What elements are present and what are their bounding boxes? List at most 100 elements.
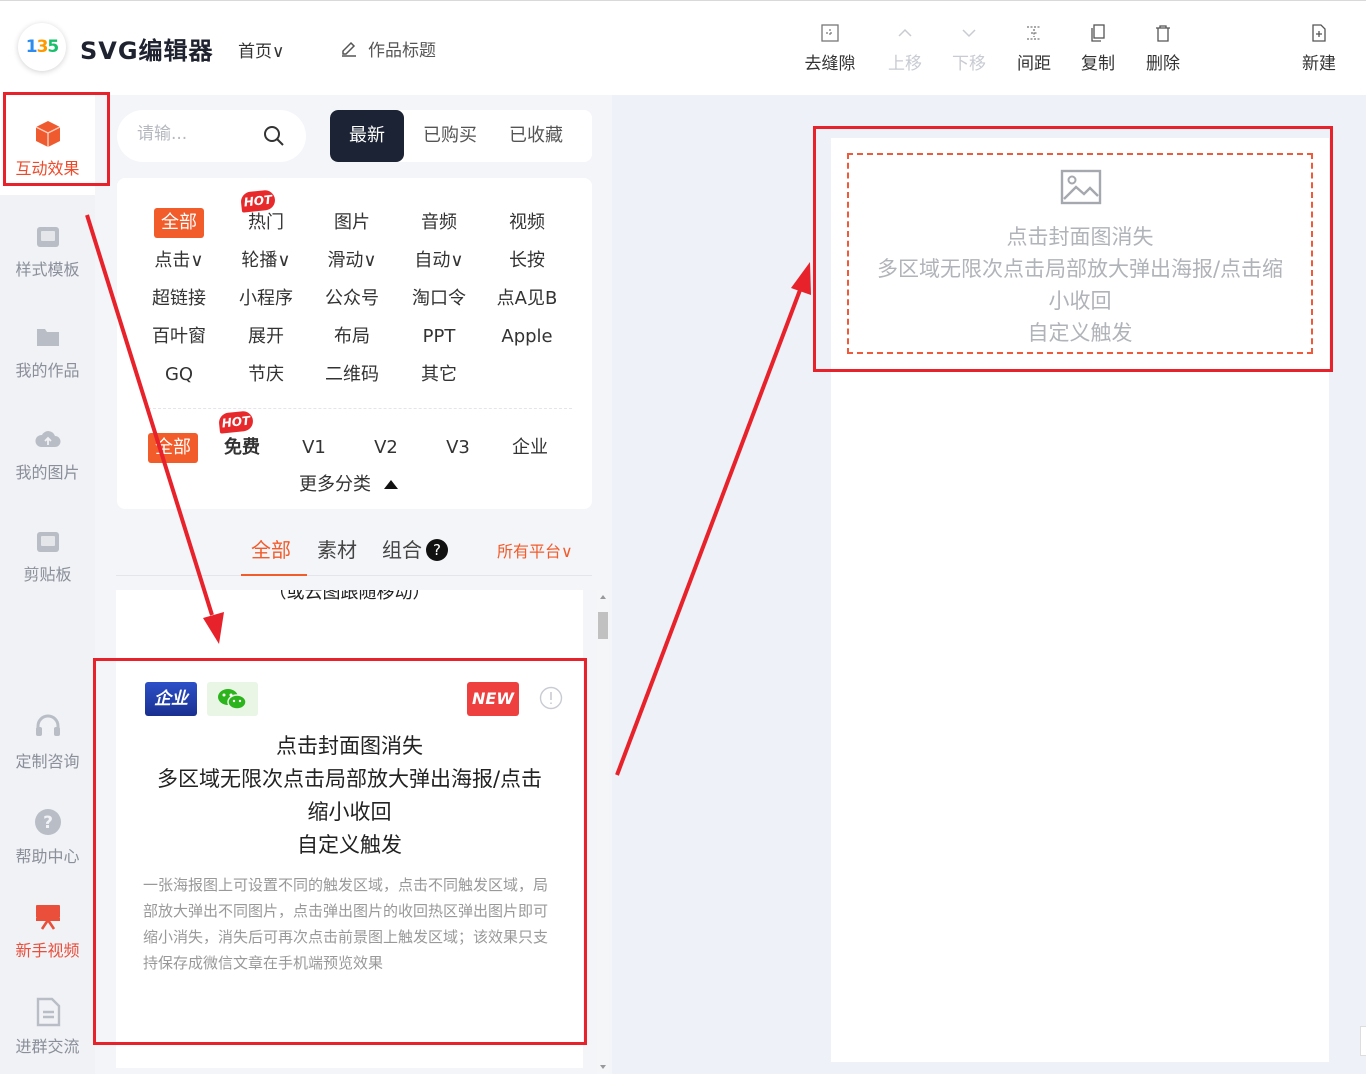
search-input[interactable] (137, 124, 257, 144)
copy-icon (1091, 24, 1105, 42)
subtab-combos-label: 组合 (382, 538, 422, 562)
sidebar-item-custom-consult[interactable]: 定制咨询 (0, 712, 95, 772)
toolbar-move-up-button[interactable]: 上移 (873, 23, 937, 74)
sidebar-item-label: 新手视频 (15, 941, 80, 960)
category-click-a-see-b[interactable]: 点A见B (489, 284, 565, 314)
side-handle[interactable] (1360, 1026, 1366, 1056)
pencil-icon (342, 41, 356, 57)
search-icon[interactable] (263, 125, 285, 147)
category-mini-program[interactable]: 小程序 (228, 284, 304, 314)
top-bar: 135 SVG编辑器 首页∨ 作品标题 去缝隙 上移 下移 间距 复制 删除 新… (0, 0, 1366, 95)
help-circle-icon[interactable]: ? (426, 539, 448, 561)
sidebar-item-label: 样式模板 (15, 260, 80, 279)
active-tab-underline (241, 574, 307, 576)
toolbar-copy-button[interactable]: 复制 (1066, 23, 1130, 74)
logo-char: 5 (47, 37, 59, 57)
tab-favorited[interactable]: 已收藏 (477, 110, 563, 162)
category-qrcode[interactable]: 二维码 (314, 360, 390, 390)
search-box (117, 110, 306, 162)
category-other[interactable]: 其它 (401, 360, 477, 390)
gap-remove-icon (821, 24, 839, 42)
sidebar-item-label: 我的图片 (15, 463, 80, 482)
tier-v2[interactable]: V2 (348, 433, 424, 463)
headset-icon (35, 714, 60, 736)
category-gq[interactable]: GQ (141, 360, 217, 390)
sidebar-item-clipboard[interactable]: 剪贴板 (0, 527, 95, 585)
toolbar-label: 去缝隙 (804, 54, 856, 74)
tier-v1[interactable]: V1 (276, 433, 352, 463)
category-audio[interactable]: 音频 (401, 208, 477, 238)
app-title: SVG编辑器 (80, 37, 214, 65)
subtab-all[interactable]: 全部 (251, 534, 291, 563)
document-icon (36, 997, 60, 1027)
sidebar-item-my-works[interactable]: 我的作品 (0, 323, 95, 381)
platform-filter-dropdown[interactable]: 所有平台∨ (497, 538, 573, 562)
category-carousel[interactable]: 轮播∨ (228, 246, 304, 276)
category-layout[interactable]: 布局 (314, 322, 390, 352)
scroll-up-arrow-icon (600, 595, 606, 599)
category-official-account[interactable]: 公众号 (314, 284, 390, 314)
tier-all[interactable]: 全部 (148, 433, 198, 463)
tab-latest[interactable]: 最新 (330, 110, 404, 162)
more-categories-toggle[interactable]: 更多分类 (299, 470, 399, 496)
category-video[interactable]: 视频 (489, 208, 565, 238)
category-auto[interactable]: 自动∨ (401, 246, 477, 276)
toolbar-move-down-button[interactable]: 下移 (937, 23, 1001, 74)
category-festival[interactable]: 节庆 (228, 360, 304, 390)
sidebar-item-label: 剪贴板 (23, 565, 72, 584)
category-hyperlink[interactable]: 超链接 (141, 284, 217, 314)
work-title-label: 作品标题 (368, 41, 436, 61)
svg-text:?: ? (43, 813, 53, 833)
logo-char: 3 (36, 37, 49, 57)
category-click[interactable]: 点击∨ (141, 246, 217, 276)
chevron-down-icon (962, 29, 976, 38)
subtab-combos[interactable]: 组合? (382, 534, 448, 563)
sidebar-item-style-templates[interactable]: 样式模板 (0, 222, 95, 280)
category-slide[interactable]: 滑动∨ (314, 246, 390, 276)
tier-enterprise[interactable]: 企业 (492, 433, 568, 463)
toolbar-label: 间距 (1017, 54, 1051, 74)
toolbar-spacing-button[interactable]: 间距 (1002, 23, 1066, 74)
toolbar-gap-remove-button[interactable]: 去缝隙 (798, 23, 862, 74)
new-file-icon (1312, 24, 1326, 42)
category-image[interactable]: 图片 (314, 208, 390, 238)
category-all[interactable]: 全部 (154, 208, 204, 238)
category-apple[interactable]: Apple (489, 322, 565, 352)
video-icon (35, 905, 60, 930)
annotation-box (93, 658, 587, 1045)
toolbar-new-button[interactable]: 新建 (1287, 23, 1351, 74)
tab-purchased[interactable]: 已购买 (404, 110, 477, 162)
subtab-materials[interactable]: 素材 (317, 534, 357, 563)
list-scrollbar[interactable] (597, 590, 609, 1074)
toolbar-delete-button[interactable]: 删除 (1131, 23, 1195, 74)
left-sidebar: 互动效果 样式模板 我的作品 我的图片 剪贴板 定制咨询 ? 帮助中心 新手视频… (0, 95, 95, 1074)
sidebar-item-help-center[interactable]: ? 帮助中心 (0, 807, 95, 867)
sidebar-item-label: 我的作品 (15, 361, 80, 380)
work-title-edit[interactable]: 作品标题 (340, 36, 436, 61)
toolbar-label: 上移 (888, 54, 922, 74)
chevron-up-icon (898, 28, 912, 37)
trash-icon (1156, 25, 1170, 42)
category-ppt[interactable]: PPT (401, 322, 477, 352)
sidebar-item-label: 定制咨询 (15, 752, 80, 771)
category-long-press[interactable]: 长按 (489, 246, 565, 276)
category-hot[interactable]: 热门 (228, 208, 304, 238)
sidebar-item-label: 帮助中心 (15, 847, 80, 866)
sidebar-item-join-group[interactable]: 进群交流 (0, 997, 95, 1057)
category-blinds[interactable]: 百叶窗 (141, 322, 217, 352)
sidebar-item-tutorial-videos[interactable]: 新手视频 (0, 901, 95, 961)
app-logo[interactable]: 135 (18, 23, 66, 71)
home-menu[interactable]: 首页∨ (238, 37, 284, 62)
tier-free[interactable]: 免费 (204, 433, 280, 463)
category-taobao-code[interactable]: 淘口令 (401, 284, 477, 314)
template-icon (36, 227, 59, 247)
sidebar-item-my-images[interactable]: 我的图片 (0, 425, 95, 483)
category-divider (148, 408, 572, 409)
list-item-previous-text: （或云图跟随移动） (268, 590, 431, 603)
category-expand[interactable]: 展开 (228, 322, 304, 352)
list-scrollbar-thumb[interactable] (598, 612, 608, 639)
sidebar-item-label: 进群交流 (15, 1037, 80, 1056)
tier-v3[interactable]: V3 (420, 433, 496, 463)
folder-icon (36, 329, 59, 346)
toolbar-label: 下移 (952, 54, 986, 74)
